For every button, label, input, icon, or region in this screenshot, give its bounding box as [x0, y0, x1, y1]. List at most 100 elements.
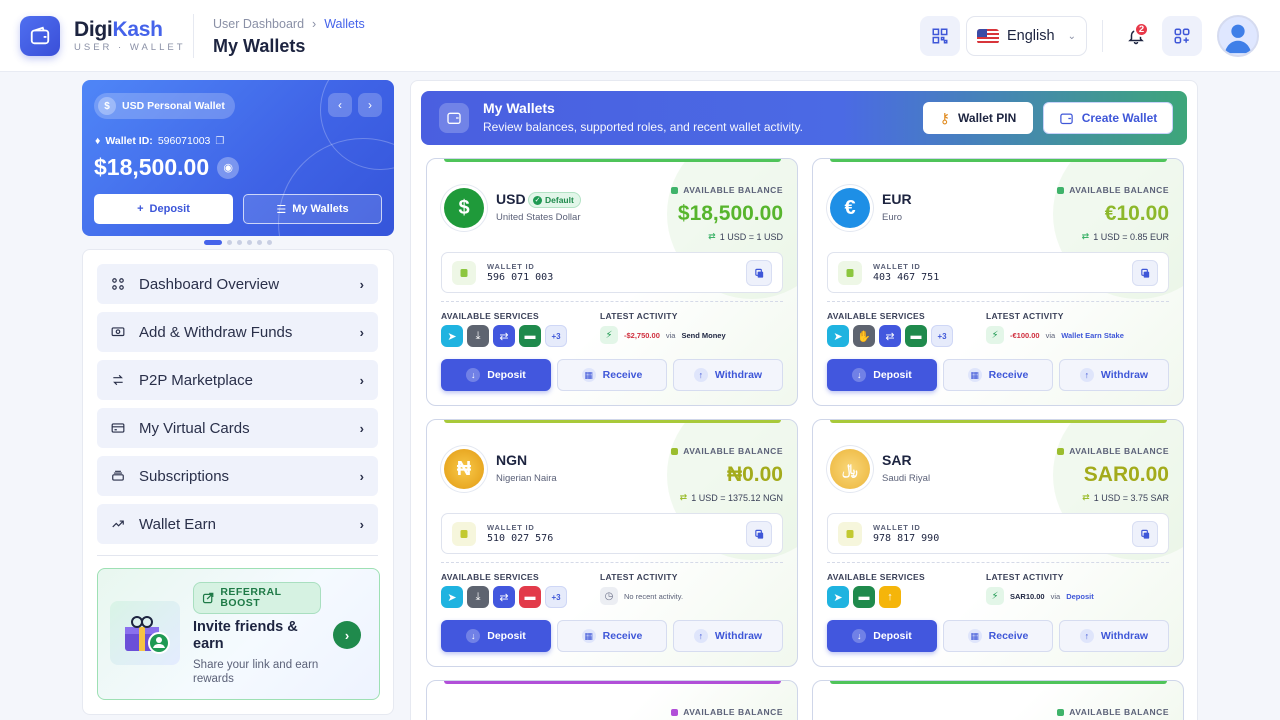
qr-icon [932, 28, 948, 44]
send-icon[interactable]: ➤ [827, 325, 849, 347]
more-services-button[interactable]: +3 [545, 325, 567, 347]
carousel-dot[interactable] [237, 240, 242, 245]
my-wallets-button[interactable]: ☰ My Wallets [243, 194, 382, 224]
referral-go-button[interactable]: › [333, 621, 361, 649]
sidebar-item-wallet-earn[interactable]: Wallet Earn › [97, 504, 378, 544]
arrow-down-icon: ↓ [466, 368, 481, 382]
sidebar-item-label: Subscriptions [139, 467, 230, 485]
withdraw-button[interactable]: ↑ Withdraw [673, 359, 783, 391]
swap-icon[interactable]: ⇄ [493, 325, 515, 347]
wallet-id-label: Wallet ID: [105, 135, 153, 147]
language-select[interactable]: English ⌄ [966, 16, 1087, 56]
deposit-button[interactable]: + Deposit [94, 194, 233, 224]
copy-icon[interactable]: ❐ [215, 136, 224, 147]
external-link-icon [202, 592, 214, 604]
wallets-panel: My Wallets Review balances, supported ro… [410, 80, 1198, 720]
us-flag-icon [977, 28, 999, 44]
activity-amount: -$2,750.00 [624, 330, 660, 340]
sidebar-item-add-withdraw[interactable]: Add & Withdraw Funds › [97, 312, 378, 352]
send-icon[interactable]: ➤ [827, 586, 849, 608]
breadcrumb-parent[interactable]: User Dashboard [213, 17, 304, 31]
create-wallet-button[interactable]: Create Wallet [1043, 102, 1173, 134]
qr-scan-button[interactable] [920, 16, 960, 56]
activity-type[interactable]: Wallet Earn Stake [1061, 331, 1124, 340]
copy-button[interactable] [746, 521, 772, 547]
apps-button[interactable] [1162, 16, 1202, 56]
card-icon[interactable]: ▬ [853, 586, 875, 608]
wallet-card-eur: € EUR Euro AVAILABLE BALANCE €10.00 ⇄ 1 U… [812, 158, 1184, 406]
copy-button[interactable] [746, 260, 772, 286]
default-badge: ✓ Default [528, 192, 581, 208]
user-avatar[interactable] [1217, 15, 1259, 57]
rate-text: 1 USD = 1375.12 NGN [691, 492, 783, 503]
qr-icon: ▦ [967, 629, 982, 643]
exchange-rate: ⇄ 1 USD = 0.85 EUR [1082, 231, 1169, 242]
receive-button[interactable]: ▦ Receive [943, 620, 1053, 652]
rate-text: 1 USD = 3.75 SAR [1093, 492, 1169, 503]
activity-amount: SAR10.00 [1010, 591, 1045, 601]
download-icon[interactable]: ⤓ [467, 325, 489, 347]
prev-wallet-button[interactable]: ‹ [328, 93, 352, 117]
exchange-rate: ⇄ 1 USD = 1 USD [708, 231, 783, 242]
carousel-dot[interactable] [247, 240, 252, 245]
send-icon[interactable]: ➤ [441, 325, 463, 347]
wallet-id-label: WALLET ID [487, 262, 535, 271]
carousel-dot[interactable] [204, 240, 222, 245]
receive-label: Receive [602, 630, 643, 642]
wallet-logo-icon[interactable] [20, 16, 60, 56]
withdraw-button[interactable]: ↑ Withdraw [673, 620, 783, 652]
carousel-dot[interactable] [227, 240, 232, 245]
wallet-pin-button[interactable]: ⚷ Wallet PIN [923, 102, 1033, 134]
deposit-button[interactable]: ↓ Deposit [441, 620, 551, 652]
swap-icon[interactable]: ⇄ [493, 586, 515, 608]
sidebar-item-dashboard-overview[interactable]: Dashboard Overview › [97, 264, 378, 304]
send-icon[interactable]: ➤ [441, 586, 463, 608]
services-list: ➤ ⤓ ⇄ ▬ +3 [441, 325, 567, 347]
deposit-button[interactable]: ↓ Deposit [827, 620, 937, 652]
wallet-id-row: ♦ Wallet ID: 596071003 ❐ [95, 135, 224, 147]
deposit-label: Deposit [487, 369, 526, 381]
more-services-button[interactable]: +3 [931, 325, 953, 347]
receive-label: Receive [602, 369, 643, 381]
chevron-left-icon: ‹ [338, 98, 342, 112]
card-icon[interactable]: ▬ [905, 325, 927, 347]
download-icon[interactable]: ⤓ [467, 586, 489, 608]
deposit-button[interactable]: ↓ Deposit [441, 359, 551, 391]
copy-button[interactable] [1132, 521, 1158, 547]
activity-type[interactable]: Deposit [1066, 592, 1094, 601]
card-icon[interactable]: ▬ [519, 325, 541, 347]
wallet-card-partial: AVAILABLE BALANCE [812, 680, 1184, 720]
receive-button[interactable]: ▦ Receive [557, 359, 667, 391]
swap-icon: ⇄ [1082, 492, 1090, 502]
arrow-up-icon: ↑ [1079, 629, 1094, 643]
services-label: AVAILABLE SERVICES [441, 311, 539, 321]
currency-code: NGN [496, 452, 528, 468]
eye-icon[interactable]: ◉ [217, 156, 240, 179]
carousel-dot[interactable] [267, 240, 272, 245]
deposit-label: Deposit [873, 369, 912, 381]
receive-button[interactable]: ▦ Receive [943, 359, 1053, 391]
breadcrumb-current[interactable]: Wallets [324, 17, 365, 31]
sidebar-item-p2p[interactable]: P2P Marketplace › [97, 360, 378, 400]
carousel-dot[interactable] [257, 240, 262, 245]
deposit-button[interactable]: ↓ Deposit [827, 359, 937, 391]
card-icon[interactable]: ▬ [519, 586, 541, 608]
banner-title: My Wallets [483, 100, 555, 116]
wallet-name-pill: $ USD Personal Wallet [94, 93, 235, 119]
hand-money-icon[interactable]: ✋ [853, 325, 875, 347]
withdraw-button[interactable]: ↑ Withdraw [1059, 359, 1169, 391]
sidebar-item-virtual-cards[interactable]: My Virtual Cards › [97, 408, 378, 448]
swap-icon[interactable]: ⇄ [879, 325, 901, 347]
referral-card[interactable]: REFERRAL BOOST Invite friends & earn Sha… [97, 568, 380, 700]
next-wallet-button[interactable]: › [358, 93, 382, 117]
card-divider [827, 301, 1169, 302]
more-services-button[interactable]: +3 [545, 586, 567, 608]
banner-subtitle: Review balances, supported roles, and re… [483, 120, 803, 134]
arrow-up-icon[interactable]: ↑ [879, 586, 901, 608]
withdraw-button[interactable]: ↑ Withdraw [1059, 620, 1169, 652]
sidebar-item-subscriptions[interactable]: Subscriptions › [97, 456, 378, 496]
card-accent-line [444, 420, 781, 423]
receive-button[interactable]: ▦ Receive [557, 620, 667, 652]
copy-button[interactable] [1132, 260, 1158, 286]
copy-icon [754, 268, 763, 278]
